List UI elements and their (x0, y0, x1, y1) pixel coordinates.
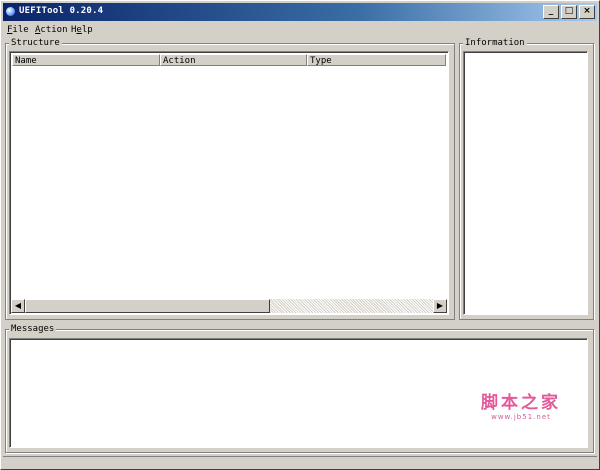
minimize-button[interactable]: _ (543, 5, 559, 19)
structure-group: Structure Name Action Type ◀ ▶ (5, 38, 455, 320)
watermark-url: www.jb51.net (491, 413, 551, 421)
horizontal-splitter[interactable] (3, 320, 597, 324)
messages-list[interactable]: 脚本之家 www.jb51.net (9, 338, 588, 448)
menu-bar: File Action Help (3, 23, 597, 37)
column-header-name[interactable]: Name (12, 54, 160, 66)
menu-file[interactable]: File (7, 25, 29, 35)
scrollbar-thumb[interactable] (25, 299, 270, 313)
menu-help[interactable]: Help (71, 25, 93, 35)
menu-file-label: ile (12, 25, 29, 35)
messages-label: Messages (9, 324, 57, 334)
column-header-type[interactable]: Type (307, 54, 446, 66)
app-window: UEFITool 0.20.4 _ □ × File Action Help S… (0, 0, 600, 470)
scroll-right-button[interactable]: ▶ (433, 299, 447, 313)
maximize-button[interactable]: □ (561, 5, 577, 19)
menu-help-label: lp (81, 25, 93, 35)
window-controls: _ □ × (541, 5, 595, 19)
menu-action-label: ction (40, 25, 68, 35)
information-label: Information (463, 38, 527, 48)
information-panel[interactable] (463, 51, 588, 315)
information-group: Information (459, 38, 594, 320)
menu-action[interactable]: Action (35, 25, 68, 35)
structure-label: Structure (9, 38, 62, 48)
scroll-left-button[interactable]: ◀ (11, 299, 25, 313)
app-icon[interactable] (6, 7, 15, 16)
status-bar (3, 456, 597, 467)
tree-header: Name Action Type (12, 54, 446, 67)
watermark-text: 脚本之家 (481, 393, 561, 413)
column-header-action[interactable]: Action (160, 54, 307, 66)
watermark: 脚本之家 www.jb51.net (481, 388, 561, 421)
horizontal-scrollbar[interactable]: ◀ ▶ (11, 299, 447, 313)
close-button[interactable]: × (579, 5, 595, 19)
window-title: UEFITool 0.20.4 (19, 6, 104, 16)
title-bar[interactable]: UEFITool 0.20.4 _ □ × (3, 3, 597, 21)
messages-group: Messages 脚本之家 www.jb51.net (5, 324, 594, 453)
structure-tree[interactable]: Name Action Type ◀ ▶ (9, 51, 449, 315)
